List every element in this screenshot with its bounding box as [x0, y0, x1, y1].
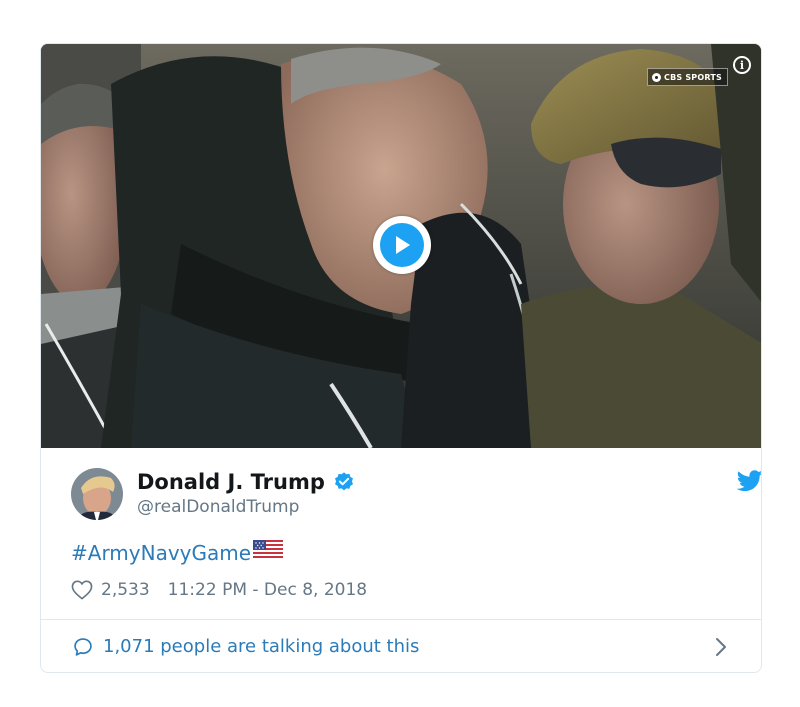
hashtag-link[interactable]: #ArmyNavyGame	[71, 540, 251, 566]
tweet-text: #ArmyNavyGame	[71, 540, 284, 566]
user-handle[interactable]: @realDonaldTrump	[137, 496, 299, 518]
us-flag-icon	[253, 540, 284, 566]
like-count: 2,533	[101, 580, 150, 600]
cbs-badge-label: CBS SPORTS	[664, 72, 722, 82]
talking-text: 1,071 people are talking about this	[103, 636, 420, 657]
heart-icon	[71, 580, 93, 600]
cbs-eye-icon	[652, 72, 661, 82]
tweet-meta: 2,533 11:22 PM - Dec 8, 2018	[71, 578, 367, 602]
embedded-tweet-card: CBS SPORTS i Donald J. Trump @realDonald…	[40, 43, 762, 673]
verified-icon	[333, 471, 355, 493]
conversation-link[interactable]: 1,071 people are talking about this	[41, 620, 761, 672]
display-name: Donald J. Trump	[137, 470, 325, 494]
twitter-bird-icon[interactable]	[736, 470, 761, 492]
speech-bubble-icon	[74, 638, 92, 656]
info-icon[interactable]: i	[733, 56, 751, 74]
cbs-sports-badge: CBS SPORTS	[647, 68, 728, 86]
play-icon	[380, 223, 424, 267]
display-name-row[interactable]: Donald J. Trump	[137, 468, 355, 496]
video-player[interactable]: CBS SPORTS i	[41, 44, 761, 448]
chevron-right-icon	[716, 638, 726, 656]
like-button[interactable]: 2,533	[71, 578, 150, 602]
play-button[interactable]	[373, 216, 431, 274]
tweet-timestamp[interactable]: 11:22 PM - Dec 8, 2018	[168, 578, 367, 602]
tweet-author: Donald J. Trump @realDonaldTrump	[71, 468, 761, 522]
avatar[interactable]	[71, 468, 123, 520]
